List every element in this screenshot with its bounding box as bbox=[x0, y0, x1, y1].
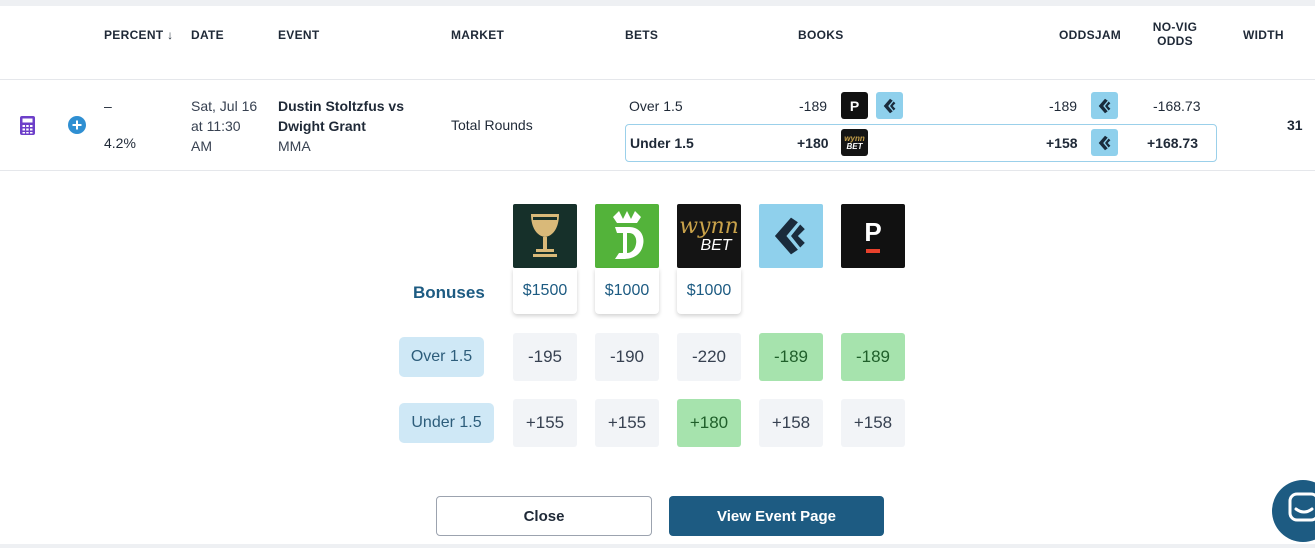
wynnbet-logo[interactable]: wynn BET bbox=[677, 204, 741, 268]
over-oddsjam: -189 bbox=[1049, 98, 1078, 114]
market-name: Total Rounds bbox=[451, 117, 533, 133]
oddsjam-kambi-icon-under[interactable] bbox=[1091, 129, 1118, 156]
header-novig: NO-VIG ODDS bbox=[1152, 20, 1198, 48]
percent-value: 4.2% bbox=[104, 135, 136, 151]
percent-dash: – bbox=[104, 98, 112, 114]
under-odds-chalice[interactable]: +155 bbox=[513, 399, 577, 447]
header-oddsjam: ODDSJAM bbox=[1059, 28, 1122, 42]
header-date: DATE bbox=[191, 28, 224, 42]
over-odds-kambi[interactable]: -189 bbox=[759, 333, 823, 381]
over-odds-draftkings[interactable]: -190 bbox=[595, 333, 659, 381]
under-odds-kambi[interactable]: +158 bbox=[759, 399, 823, 447]
under-bet: Under 1.5 bbox=[630, 135, 694, 151]
calculator-icon[interactable] bbox=[20, 116, 35, 140]
sort-arrow-icon: ↓ bbox=[167, 28, 174, 42]
header-market: MARKET bbox=[451, 28, 505, 42]
pointsbet-underline bbox=[866, 249, 880, 253]
date-line: Sat, Jul 16 bbox=[191, 98, 258, 114]
wynnbet-wynn-text: wynn bbox=[679, 214, 739, 239]
under-best-odds: +180 bbox=[797, 135, 829, 151]
bonus-chalice[interactable]: $1500 bbox=[513, 268, 577, 314]
bonuses-label: Bonuses bbox=[413, 283, 485, 302]
under-odds-draftkings[interactable]: +155 bbox=[595, 399, 659, 447]
over-best-odds: -189 bbox=[799, 98, 828, 114]
header-novig-line2: ODDS bbox=[1157, 34, 1193, 48]
kambi-logo-icon[interactable] bbox=[876, 92, 903, 119]
over-odds-chalice[interactable]: -195 bbox=[513, 333, 577, 381]
table-header: PERCENT ↓ DATE EVENT MARKET BETS BOOKS O… bbox=[0, 6, 1315, 80]
pointsbet-logo[interactable]: P bbox=[841, 204, 905, 268]
event-info[interactable]: Dustin Stoltzfus vs Dwight Grant MMA bbox=[278, 96, 404, 156]
chat-launcher-icon[interactable] bbox=[1272, 480, 1315, 542]
header-novig-line1: NO-VIG bbox=[1152, 20, 1198, 34]
pointsbet-letter: P bbox=[849, 97, 860, 114]
under-label: Under 1.5 bbox=[399, 403, 494, 443]
over-bet: Over 1.5 bbox=[629, 98, 683, 114]
oddsjam-kambi-icon[interactable] bbox=[1091, 92, 1118, 119]
under-odds-wynnbet[interactable]: +180 bbox=[677, 399, 741, 447]
view-event-page-button[interactable]: View Event Page bbox=[669, 496, 884, 536]
draftkings-logo[interactable] bbox=[595, 204, 659, 268]
bet-text: BET bbox=[846, 141, 863, 151]
over-label: Over 1.5 bbox=[399, 337, 484, 377]
event-date: Sat, Jul 16 at 11:30 AM bbox=[191, 96, 257, 156]
width-value: 31 bbox=[1287, 117, 1303, 133]
ampm-line: AM bbox=[191, 138, 212, 154]
close-button[interactable]: Close bbox=[436, 496, 652, 536]
header-event: EVENT bbox=[278, 28, 320, 42]
over-novig: -168.73 bbox=[1153, 98, 1201, 114]
chalice-book-logo[interactable] bbox=[513, 204, 577, 268]
expand-plus-icon[interactable] bbox=[68, 116, 86, 139]
sport-label: MMA bbox=[278, 138, 311, 154]
wynnbet-logo-icon[interactable]: wynn BET bbox=[841, 129, 868, 156]
kambi-logo[interactable] bbox=[759, 204, 823, 268]
under-odds-pointsbet[interactable]: +158 bbox=[841, 399, 905, 447]
time-line: at 11:30 bbox=[191, 118, 241, 134]
wynnbet-bet-text: BET bbox=[700, 237, 732, 254]
table-row: – 4.2% Sat, Jul 16 at 11:30 AM Dustin St… bbox=[0, 80, 1315, 171]
bet-card: PERCENT ↓ DATE EVENT MARKET BETS BOOKS O… bbox=[0, 6, 1315, 544]
under-highlight bbox=[625, 124, 1217, 162]
event-name-line2: Dwight Grant bbox=[278, 118, 366, 134]
bonus-draftkings[interactable]: $1000 bbox=[595, 268, 659, 314]
header-percent[interactable]: PERCENT ↓ bbox=[104, 28, 173, 42]
over-odds-pointsbet[interactable]: -189 bbox=[841, 333, 905, 381]
header-percent-label: PERCENT bbox=[104, 28, 164, 42]
header-books: BOOKS bbox=[798, 28, 844, 42]
under-novig: +168.73 bbox=[1147, 135, 1198, 151]
bonus-wynnbet[interactable]: $1000 bbox=[677, 268, 741, 314]
pointsbet-p-letter: P bbox=[864, 217, 882, 247]
under-oddsjam: +158 bbox=[1046, 135, 1078, 151]
header-bets: BETS bbox=[625, 28, 659, 42]
over-odds-wynnbet[interactable]: -220 bbox=[677, 333, 741, 381]
event-name-line1: Dustin Stoltzfus vs bbox=[278, 98, 405, 114]
header-width: WIDTH bbox=[1243, 28, 1284, 42]
pointsbet-logo-icon[interactable]: P bbox=[841, 92, 868, 119]
